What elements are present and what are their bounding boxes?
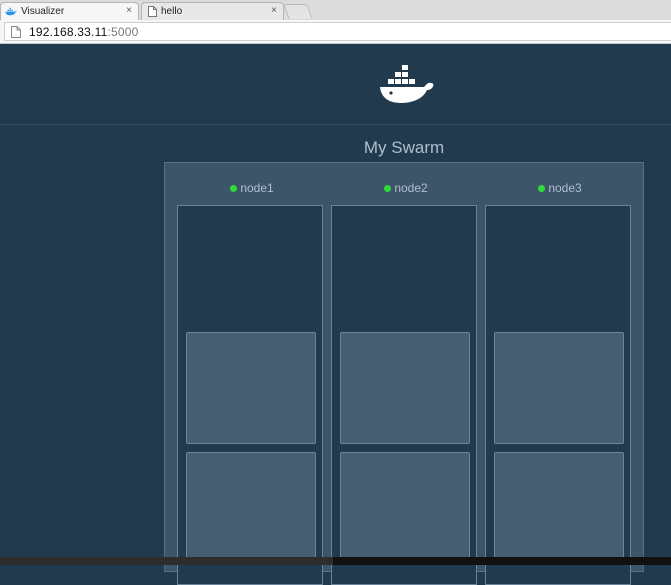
task-card[interactable] xyxy=(186,332,316,444)
node-column-node3 xyxy=(485,205,631,585)
node-label-node1: node1 xyxy=(177,181,327,195)
swarm-cluster: node1 node2 node3 xyxy=(164,162,644,585)
status-dot-icon xyxy=(538,185,546,192)
close-tab-icon[interactable]: × xyxy=(271,5,277,16)
node-name: node3 xyxy=(548,181,582,195)
address-bar[interactable]: 192.168.33.11:5000 xyxy=(4,22,671,41)
docker-whale-icon xyxy=(380,65,434,103)
status-bar xyxy=(333,557,671,565)
page-icon xyxy=(11,25,21,38)
page-header xyxy=(0,44,671,125)
tab-label: hello xyxy=(161,6,183,17)
browser-tab-strip: Visualizer × hello × xyxy=(0,0,671,20)
task-card[interactable] xyxy=(186,452,316,564)
page-icon xyxy=(148,6,157,17)
url-port: :5000 xyxy=(107,24,139,39)
status-dot-icon xyxy=(384,185,392,192)
node-label-node2: node2 xyxy=(331,181,481,195)
docker-whale-icon xyxy=(5,7,17,16)
task-card[interactable] xyxy=(494,452,624,564)
new-tab-button[interactable] xyxy=(283,4,313,19)
url-text: 192.168.33.11:5000 xyxy=(29,25,138,39)
tab-label: Visualizer xyxy=(21,6,65,17)
tab-visualizer[interactable]: Visualizer × xyxy=(0,2,139,20)
close-tab-icon[interactable]: × xyxy=(126,5,132,16)
task-card[interactable] xyxy=(340,332,470,444)
node-name: node2 xyxy=(394,181,428,195)
tab-hello[interactable]: hello × xyxy=(141,2,284,20)
browser-toolbar: 192.168.33.11:5000 xyxy=(0,20,671,44)
task-card[interactable] xyxy=(494,332,624,444)
status-dot-icon xyxy=(230,185,238,192)
horizontal-scrollbar[interactable] xyxy=(0,557,333,565)
node-label-node3: node3 xyxy=(485,181,635,195)
node-name: node1 xyxy=(240,181,274,195)
node-column-node1 xyxy=(177,205,323,585)
task-card[interactable] xyxy=(340,452,470,564)
visualizer-page: My Swarm node1 node2 node3 xyxy=(0,44,671,585)
url-host: 192.168.33.11 xyxy=(29,24,108,39)
node-column-node2 xyxy=(331,205,477,585)
swarm-title: My Swarm xyxy=(363,138,445,157)
